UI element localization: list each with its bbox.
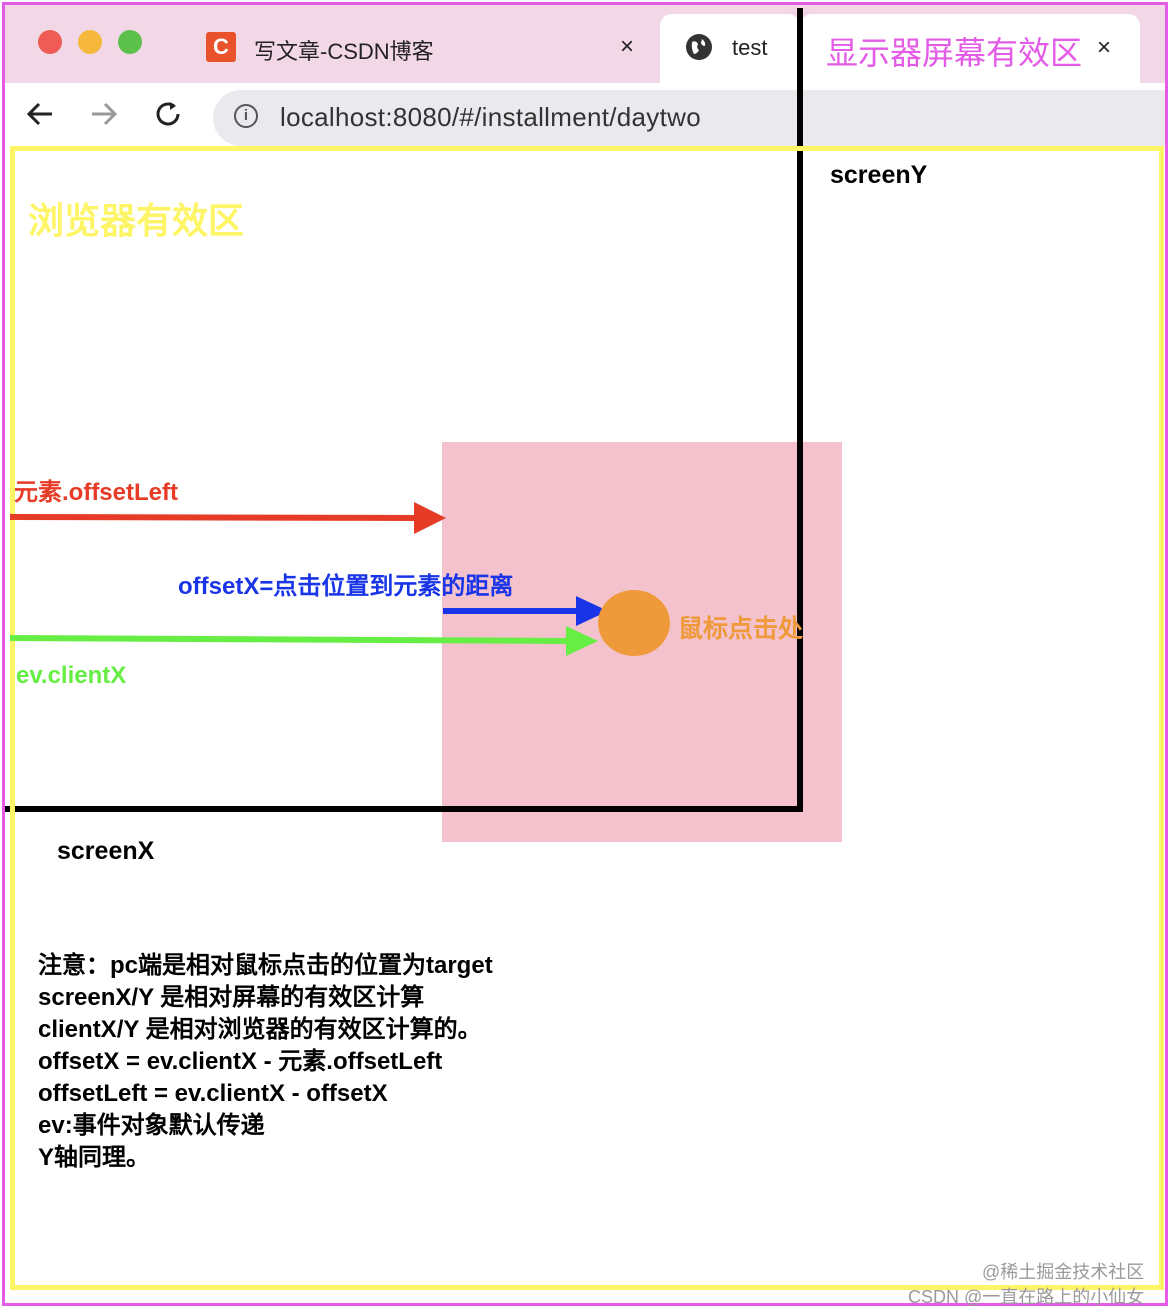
client-x-label: ev.clientX <box>16 662 127 689</box>
note-line: screenX/Y 是相对屏幕的有效区计算 <box>38 984 425 1011</box>
notes-block: 注意：pc端是相对鼠标点击的位置为target screenX/Y 是相对屏幕的… <box>38 950 493 1174</box>
client-x-arrow-head <box>566 626 598 656</box>
diagram-root: { "browser": { "tabs": [ {"title": "写文章-… <box>0 0 1174 1312</box>
note-line: Y轴同理。 <box>38 1144 151 1171</box>
note-line: 注意：pc端是相对鼠标点击的位置为target <box>38 952 493 979</box>
client-x-arrow-line <box>9 635 571 644</box>
note-line: ev:事件对象默认传递 <box>38 1112 265 1139</box>
note-line: offsetX = ev.clientX - 元素.offsetLeft <box>38 1048 443 1075</box>
note-line: clientX/Y 是相对浏览器的有效区计算的。 <box>38 1016 482 1043</box>
watermark-juejin: @稀土掘金技术社区 <box>982 1262 1145 1282</box>
watermark-csdn: CSDN @一直在路上的小仙女 <box>908 1287 1145 1307</box>
offset-left-arrow-line <box>9 514 419 521</box>
click-point-label: 鼠标点击处 <box>678 615 804 643</box>
offset-left-label: 元素.offsetLeft <box>14 479 178 506</box>
offset-left-arrow-head <box>414 502 446 534</box>
note-line: offsetLeft = ev.clientX - offsetX <box>38 1080 388 1107</box>
offset-x-label: offsetX=点击位置到元素的距离 <box>178 573 514 600</box>
click-point-marker <box>598 590 670 656</box>
